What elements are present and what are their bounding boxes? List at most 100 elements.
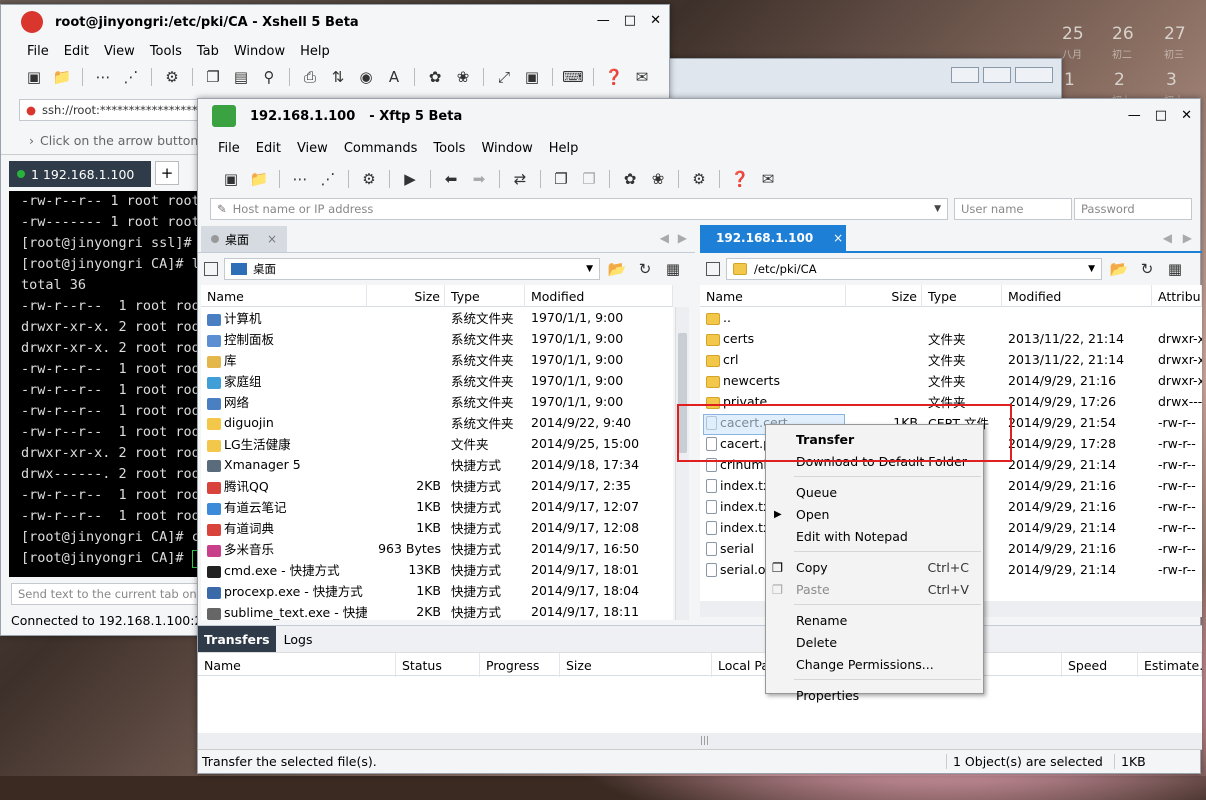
table-row[interactable]: 网络 系统文件夹 1970/1/1, 9:00: [201, 391, 673, 412]
context-menu-item[interactable]: Rename: [766, 609, 983, 631]
send-text-input[interactable]: Send text to the current tab on: [11, 583, 199, 605]
chat-icon[interactable]: ✉: [757, 169, 779, 189]
xmanager-icon[interactable]: ❀: [647, 169, 669, 189]
table-row[interactable]: 库 系统文件夹 1970/1/1, 9:00: [201, 349, 673, 370]
keyboard-icon[interactable]: ⌨: [562, 67, 584, 87]
gear-icon[interactable]: ⚙: [688, 169, 710, 189]
close-icon[interactable]: ×: [833, 231, 843, 245]
menu-tools[interactable]: Tools: [150, 44, 182, 59]
chevron-down-icon[interactable]: ▼: [934, 204, 941, 214]
xmanager-icon[interactable]: ❀: [452, 67, 474, 87]
context-menu-item[interactable]: Change Permissions...: [766, 653, 983, 675]
context-menu-item[interactable]: Delete: [766, 631, 983, 653]
view-mode-icon[interactable]: ▦: [1164, 259, 1186, 279]
xshell-session-tab[interactable]: 1 192.168.1.100: [9, 161, 151, 187]
tab-scroll-right-icon[interactable]: ▶: [1183, 231, 1192, 245]
globe-icon[interactable]: ◉: [355, 67, 377, 87]
new-session-icon[interactable]: ▣: [220, 169, 242, 189]
connect-icon[interactable]: ⋯: [289, 169, 311, 189]
disconnect-icon[interactable]: ⋰: [317, 169, 339, 189]
tab-desktop[interactable]: 桌面 ×: [201, 226, 288, 252]
maximize-icon[interactable]: [983, 67, 1011, 83]
new-tab-button[interactable]: +: [155, 161, 179, 185]
password-input[interactable]: Password: [1074, 198, 1192, 220]
col-name[interactable]: Name: [198, 653, 396, 677]
close-icon[interactable]: ×: [267, 232, 277, 246]
help-icon[interactable]: ❓: [729, 169, 751, 189]
open-folder-icon[interactable]: 📁: [248, 169, 270, 189]
col-type[interactable]: Type: [922, 285, 1002, 307]
close-icon[interactable]: [1015, 67, 1053, 83]
menu-window[interactable]: Window: [234, 44, 285, 59]
table-row[interactable]: 控制面板 系统文件夹 1970/1/1, 9:00: [201, 328, 673, 349]
left-scrollbar[interactable]: [675, 307, 689, 620]
context-menu-item[interactable]: Properties: [766, 684, 983, 706]
maximize-icon[interactable]: □: [1155, 108, 1167, 123]
view-mode-icon[interactable]: ▦: [662, 259, 684, 279]
tab-logs[interactable]: Logs: [276, 626, 321, 652]
col-estimate[interactable]: Estimate.: [1138, 653, 1203, 677]
close-icon[interactable]: ✕: [650, 13, 661, 28]
table-row[interactable]: certs 文件夹 2013/11/22, 21:14 drwxr-x: [700, 328, 1202, 349]
connect-icon[interactable]: ⋯: [92, 67, 114, 87]
context-menu-item[interactable]: ❐ Copy Ctrl+C: [766, 556, 983, 578]
right-path-input[interactable]: /etc/pki/CA ▼: [726, 258, 1102, 280]
menu-view[interactable]: View: [297, 141, 328, 156]
context-menu-item[interactable]: ❐ Paste Ctrl+V: [766, 578, 983, 600]
table-row[interactable]: 有道词典 1KB 快捷方式 2014/9/17, 12:08: [201, 517, 673, 538]
xshell-icon[interactable]: ✿: [619, 169, 641, 189]
help-icon[interactable]: ❓: [603, 67, 625, 87]
menu-help[interactable]: Help: [300, 44, 330, 59]
col-size[interactable]: Size: [846, 285, 922, 307]
properties-icon[interactable]: ⚙: [358, 169, 380, 189]
open-folder-icon[interactable]: 📂: [606, 259, 628, 279]
font-icon[interactable]: A: [383, 67, 405, 87]
tab-scroll-left-icon[interactable]: ◀: [1163, 231, 1172, 245]
menu-view[interactable]: View: [104, 44, 135, 59]
context-menu-item[interactable]: ▶ Open: [766, 503, 983, 525]
host-input[interactable]: ✎ Host name or IP address ▼: [210, 198, 948, 220]
tab-transfers[interactable]: Transfers: [198, 626, 276, 652]
context-menu-item[interactable]: Edit with Notepad: [766, 525, 983, 547]
col-type[interactable]: Type: [445, 285, 525, 307]
col-size[interactable]: Size: [560, 653, 712, 677]
username-input[interactable]: User name: [954, 198, 1072, 220]
xftp-icon[interactable]: ✿: [424, 67, 446, 87]
disconnect-icon[interactable]: ⋰: [120, 67, 142, 87]
sync-icon[interactable]: ⇄: [509, 169, 531, 189]
col-modified[interactable]: Modified: [525, 285, 673, 307]
copy-icon[interactable]: ❐: [550, 169, 572, 189]
menu-tab[interactable]: Tab: [197, 44, 219, 59]
table-row[interactable]: ..: [700, 307, 1202, 328]
minimize-icon[interactable]: —: [597, 13, 610, 28]
xshell-terminal[interactable]: -rw-r--r-- 1 root root -rw------- 1 root…: [9, 191, 208, 577]
menu-edit[interactable]: Edit: [256, 141, 281, 156]
properties-icon[interactable]: ⚙: [161, 67, 183, 87]
paste-icon[interactable]: ▤: [230, 67, 252, 87]
table-row[interactable]: 家庭组 系统文件夹 1970/1/1, 9:00: [201, 370, 673, 391]
tab-remote[interactable]: 192.168.1.100 ×: [700, 225, 846, 251]
maximize-icon[interactable]: □: [624, 13, 636, 28]
table-row[interactable]: LG生活健康 文件夹 2014/9/25, 15:00: [201, 433, 673, 454]
menu-commands[interactable]: Commands: [344, 141, 418, 156]
col-name[interactable]: Name: [201, 285, 367, 307]
transfer-icon[interactable]: ⇅: [327, 67, 349, 87]
forward-arrow-icon[interactable]: ➡: [468, 169, 490, 189]
col-status[interactable]: Status: [396, 653, 480, 677]
table-row[interactable]: cmd.exe - 快捷方式 13KB 快捷方式 2014/9/17, 18:01: [201, 559, 673, 580]
refresh-icon[interactable]: ↻: [634, 259, 656, 279]
open-folder-icon[interactable]: 📂: [1108, 259, 1130, 279]
table-row[interactable]: crl 文件夹 2013/11/22, 21:14 drwxr-x: [700, 349, 1202, 370]
minimize-icon[interactable]: —: [1128, 108, 1141, 123]
col-modified[interactable]: Modified: [1002, 285, 1152, 307]
panel-toggle-icon[interactable]: [706, 262, 720, 276]
refresh-icon[interactable]: ↻: [1136, 259, 1158, 279]
print-icon[interactable]: ⎙: [299, 67, 321, 87]
table-row[interactable]: Xmanager 5 快捷方式 2014/9/18, 17:34: [201, 454, 673, 475]
table-row[interactable]: 计算机 系统文件夹 1970/1/1, 9:00: [201, 307, 673, 328]
table-row[interactable]: procexp.exe - 快捷方式 1KB 快捷方式 2014/9/17, 18:0…: [201, 580, 673, 601]
col-progress[interactable]: Progress: [480, 653, 560, 677]
tab-scroll-right-icon[interactable]: ▶: [678, 231, 687, 245]
xshell-address-bar[interactable]: ● ssh://root:*****************: [19, 99, 199, 121]
table-row[interactable]: sublime_text.exe - 快捷... 2KB 快捷方式 2014/9/17…: [201, 601, 673, 620]
